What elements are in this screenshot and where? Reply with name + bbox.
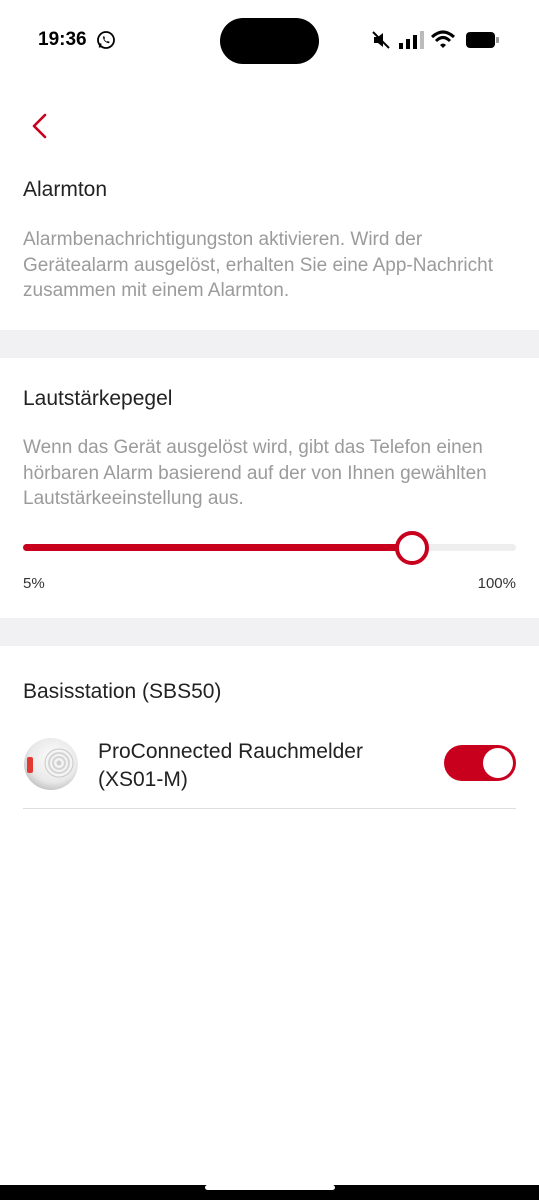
base-station-title: Basisstation (SBS50) [23,680,222,703]
wifi-icon [430,30,456,48]
dynamic-island [220,18,319,64]
slider-max-label: 100% [477,575,516,592]
toggle-knob [483,748,513,778]
back-chevron-icon[interactable] [26,112,56,142]
slider-fill [23,544,413,551]
device-name: ProConnected Rauchmelder (XS01-M) [98,740,363,791]
status-time: 19:36 [38,29,87,50]
device-row[interactable]: ProConnected Rauchmelder (XS01-M) [23,728,516,808]
system-icons [371,29,501,51]
slider-min-label: 5% [23,575,45,592]
volume-description: Wenn das Gerät ausgelöst wird, gibt das … [23,437,487,509]
status-bar: 19:36 [0,0,539,80]
alarm-tone-title: Alarmton [23,178,108,201]
section-divider [0,330,539,358]
row-divider [23,808,516,809]
whatsapp-icon [97,31,115,49]
home-indicator[interactable] [205,1185,335,1190]
alarm-tone-description: Alarmbenachrichtigungston aktivieren. Wi… [23,229,493,301]
volume-slider[interactable] [23,531,516,565]
battery-icon [466,32,499,48]
volume-title: Lautstärkepegel [23,387,173,410]
mute-icon [372,31,390,49]
device-toggle[interactable] [444,745,516,781]
signal-icon [399,31,424,49]
slider-thumb[interactable] [395,531,430,565]
section-divider [0,618,539,646]
smoke-detector-image [24,738,78,790]
